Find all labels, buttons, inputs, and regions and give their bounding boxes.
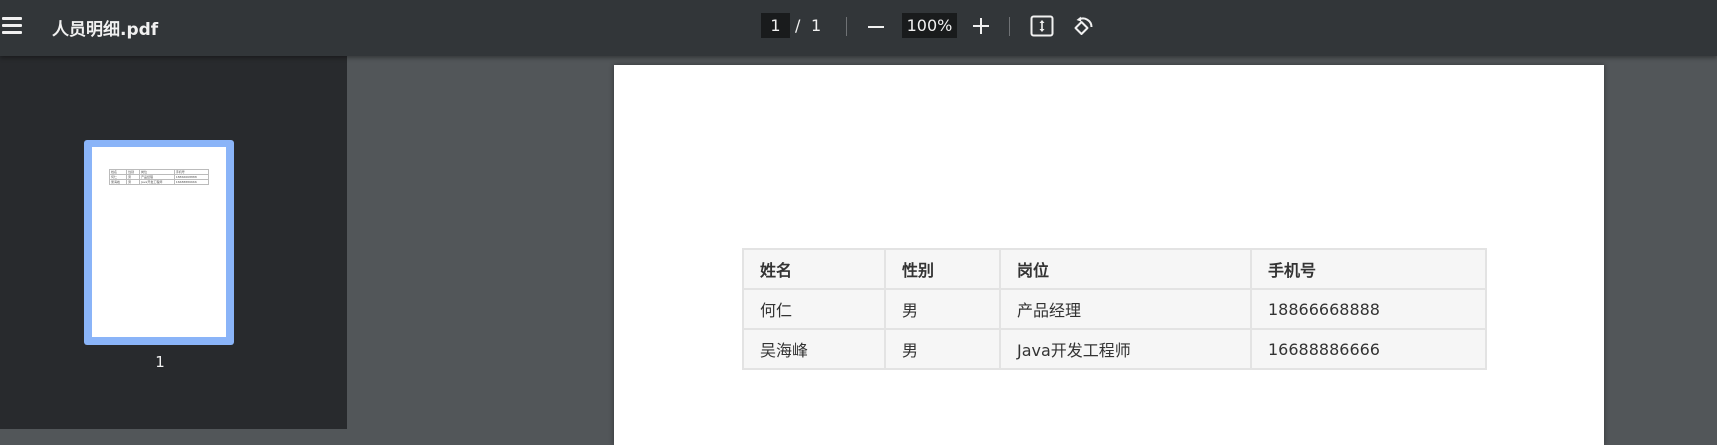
page-number-input[interactable]	[761, 13, 790, 38]
fit-to-page-icon[interactable]	[1030, 15, 1054, 37]
toolbar-divider	[1009, 17, 1010, 36]
table-cell: 男	[884, 288, 1001, 330]
page-thumbnail[interactable]: 姓名 性别 岗位 手机号 何仁 男 产品经理 18866668888 吴海峰 男…	[84, 140, 234, 345]
table-row: 何仁 男 产品经理 18866668888	[742, 288, 1487, 330]
table-header-cell: 手机号	[1250, 248, 1487, 290]
pdf-page: 姓名 性别 岗位 手机号 何仁 男 产品经理 18866668888 吴海峰 男…	[614, 65, 1604, 445]
table-header-cell: 性别	[884, 248, 1001, 290]
zoom-level-input[interactable]	[902, 13, 957, 38]
page-separator: /	[795, 16, 801, 35]
table-row: 吴海峰 男 Java开发工程师 16688886666	[742, 328, 1487, 370]
zoom-out-icon[interactable]	[866, 17, 886, 37]
thumbnail-cell: 吴海峰	[108, 179, 128, 185]
table-cell: Java开发工程师	[999, 328, 1252, 370]
table-header-row: 姓名 性别 岗位 手机号	[742, 248, 1487, 290]
thumbnail-cell: 男	[126, 179, 140, 185]
thumbnail-table: 姓名 性别 岗位 手机号 何仁 男 产品经理 18866668888 吴海峰 男…	[108, 169, 210, 185]
zoom-in-icon[interactable]	[971, 16, 991, 36]
table-cell: 产品经理	[999, 288, 1252, 330]
thumbnail-cell: Java开发工程师	[139, 179, 175, 185]
table-header-cell: 岗位	[999, 248, 1252, 290]
page-total: 1	[811, 16, 822, 35]
menu-icon[interactable]	[0, 15, 26, 37]
thumbnail-sidebar: 姓名 性别 岗位 手机号 何仁 男 产品经理 18866668888 吴海峰 男…	[0, 56, 347, 429]
thumbnail-page-label: 1	[155, 353, 165, 371]
table-cell: 18866668888	[1250, 288, 1487, 330]
table-cell: 男	[884, 328, 1001, 370]
table-cell: 16688886666	[1250, 328, 1487, 370]
document-title: 人员明细.pdf	[52, 20, 159, 40]
toolbar-divider	[846, 17, 847, 36]
personnel-table: 姓名 性别 岗位 手机号 何仁 男 产品经理 18866668888 吴海峰 男…	[742, 248, 1487, 370]
table-cell: 何仁	[742, 288, 886, 330]
thumbnail-page-preview: 姓名 性别 岗位 手机号 何仁 男 产品经理 18866668888 吴海峰 男…	[92, 147, 226, 337]
table-cell: 吴海峰	[742, 328, 886, 370]
rotate-icon[interactable]	[1071, 14, 1095, 38]
table-header-cell: 姓名	[742, 248, 886, 290]
toolbar: 人员明细.pdf / 1	[0, 0, 1717, 56]
thumbnail-cell: 16688886666	[173, 179, 210, 185]
